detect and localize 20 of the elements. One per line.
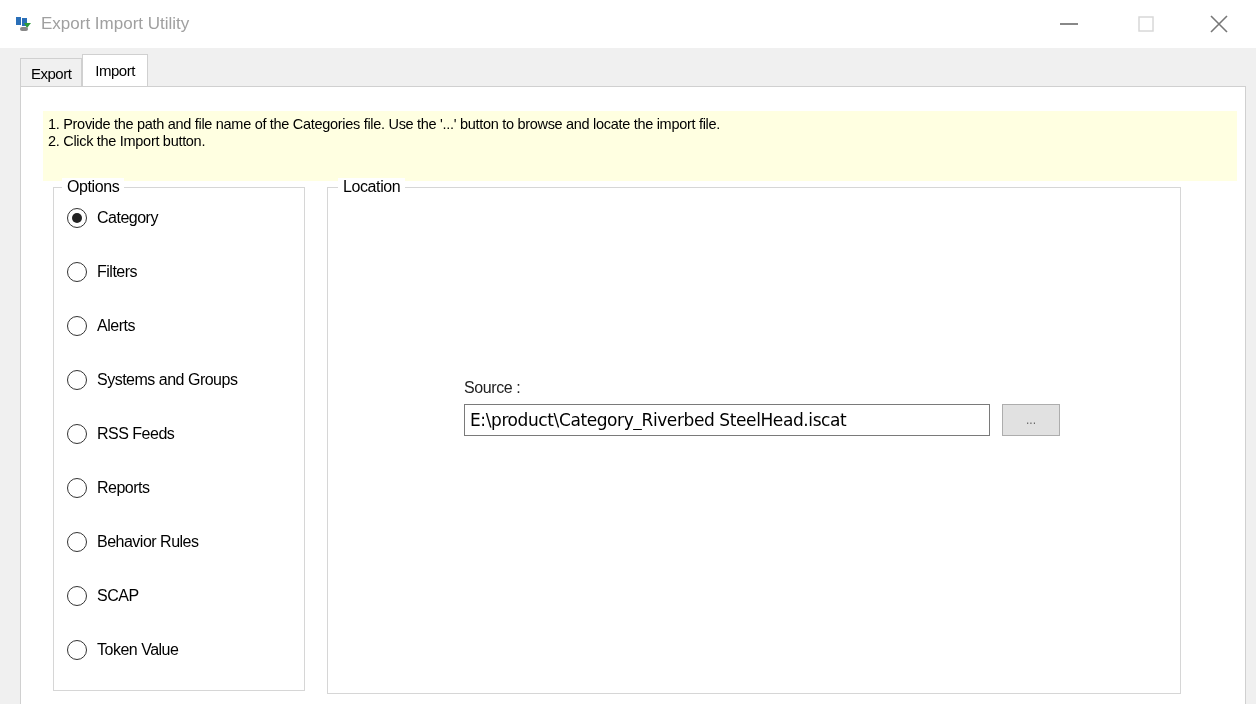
radio-option[interactable]: Filters: [67, 245, 304, 299]
tab[interactable]: Import: [82, 54, 148, 86]
app-icon: [15, 15, 33, 33]
instruction-text: 1. Provide the path and file name of the Categories file. Use the '...' button to browse and locate the import file.: [48, 116, 721, 133]
source-field[interactable]: E:\product\Category_Riverbed SteelHead.iscat: [464, 404, 990, 436]
radio-option[interactable]: RSS Feeds: [67, 407, 304, 461]
radio-option[interactable]: Behavior Rules: [67, 515, 304, 569]
radio-option[interactable]: SCAP: [67, 569, 304, 623]
close-icon[interactable]: [1210, 15, 1228, 33]
browse-button[interactable]: ...: [1002, 404, 1060, 436]
window-title: Export Import Utility: [41, 13, 190, 36]
radio-option[interactable]: Reports: [67, 461, 304, 515]
tab[interactable]: Export: [20, 58, 83, 86]
minimize-icon[interactable]: [1060, 22, 1078, 26]
source-label: Source :: [464, 378, 522, 398]
radio-option[interactable]: Alerts: [67, 299, 304, 353]
instruction-text: 2. Click the Import button.: [48, 133, 207, 150]
radio-option[interactable]: Systems and Groups: [67, 353, 304, 407]
radio-option[interactable]: Token Value: [67, 623, 304, 677]
group-title: Options: [62, 178, 125, 196]
